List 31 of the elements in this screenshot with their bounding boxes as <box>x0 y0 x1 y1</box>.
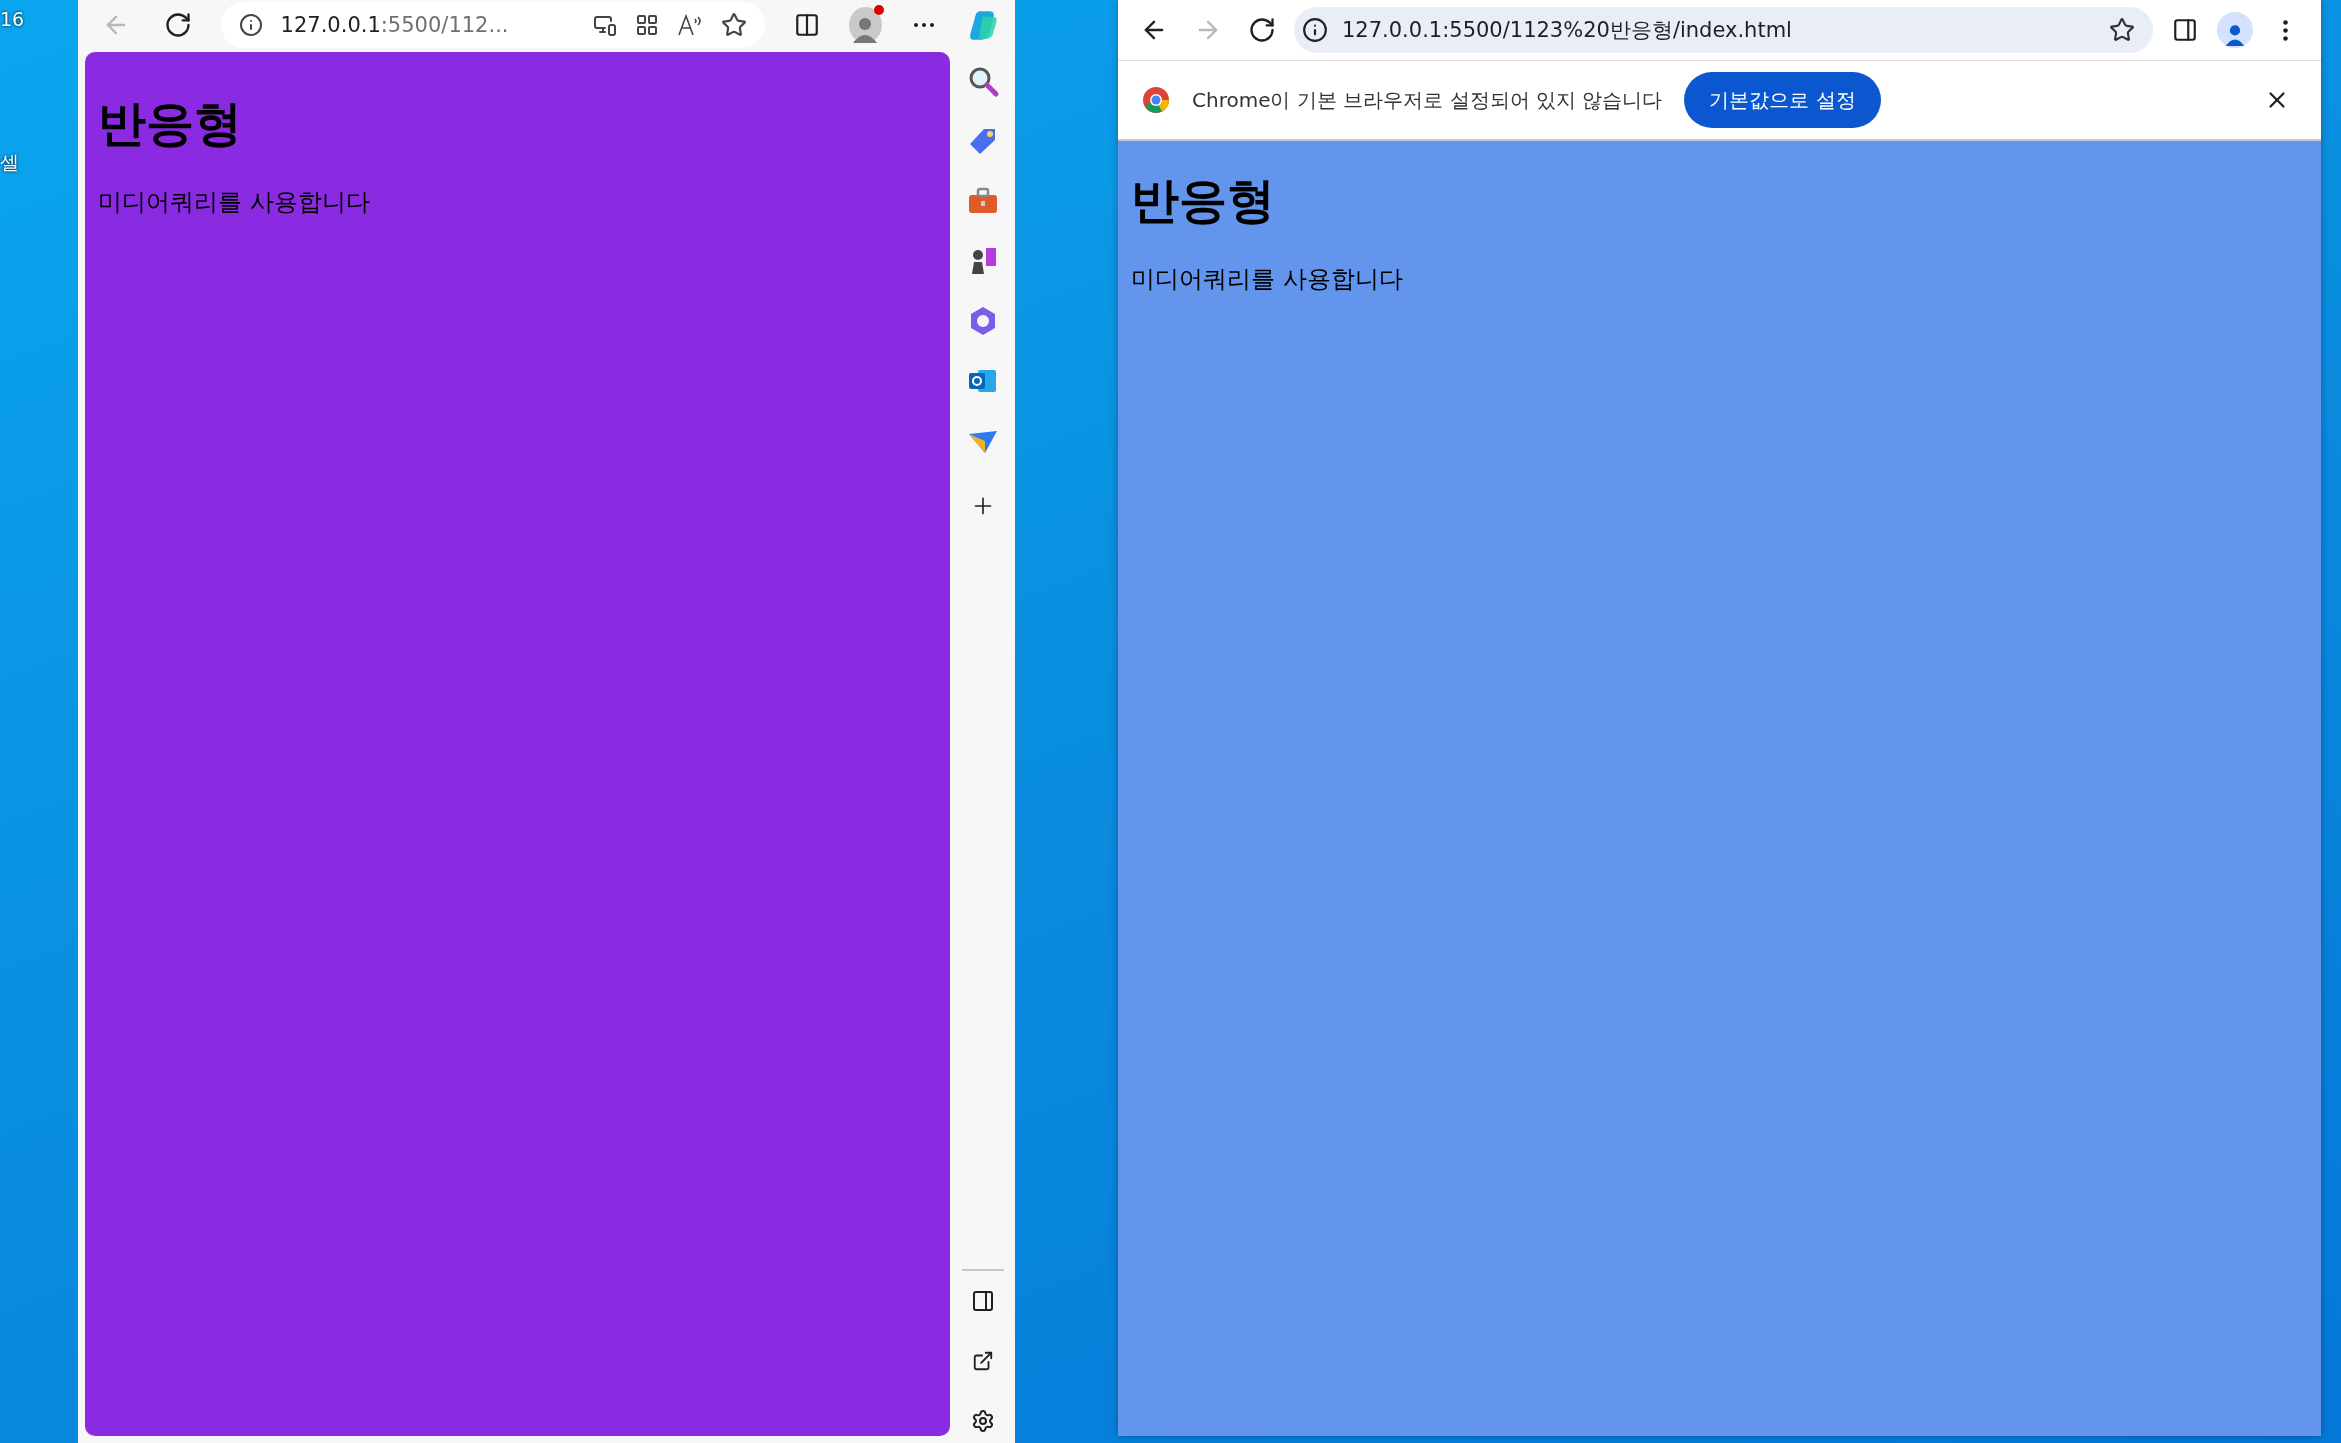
profile-avatar[interactable] <box>2217 12 2253 48</box>
profile-avatar[interactable] <box>848 7 882 43</box>
split-screen-icon <box>793 12 820 38</box>
page-heading: 반응형 <box>98 94 242 153</box>
side-panel-icon <box>2172 17 2198 43</box>
reload-icon <box>164 11 193 39</box>
external-link-icon <box>971 1350 994 1372</box>
page-text: 미디어쿼리를 사용합니다 <box>98 187 370 218</box>
address-bar[interactable]: 127.0.0.1:5500/1123%20반응형/index.html <box>1294 7 2153 53</box>
url-text: 127.0.0.1:5500/1123%20반응형/index.html <box>1342 17 1793 44</box>
infobar-message: Chrome이 기본 브라우저로 설정되어 있지 않습니다 <box>1192 86 1663 114</box>
devices-icon <box>592 13 617 37</box>
panel-icon <box>970 1289 995 1313</box>
address-bar[interactable]: 127.0.0.1:5500/112... <box>220 2 765 48</box>
reload-icon <box>1248 16 1276 44</box>
page-text: 미디어쿼리를 사용합니다 <box>1131 264 1403 295</box>
url-text: 127.0.0.1:5500/112... <box>280 13 510 37</box>
info-icon <box>1302 17 1328 43</box>
page-heading: 반응형 <box>1131 171 1275 230</box>
set-default-button[interactable]: 기본값으로 설정 <box>1684 72 1881 128</box>
more-icon <box>914 23 934 27</box>
bookmark-star-icon <box>2109 17 2135 43</box>
settings-icon <box>970 1409 995 1433</box>
menu-icon <box>2282 19 2288 41</box>
chrome-logo-icon <box>1142 86 1170 114</box>
grid-icon <box>634 13 659 37</box>
info-icon <box>238 13 263 37</box>
favorite-star-icon <box>720 12 747 38</box>
desktop-icon-label: 16 <box>0 8 26 30</box>
desktop-icon-label: 셀 <box>0 150 20 175</box>
read-aloud-icon <box>676 13 703 37</box>
